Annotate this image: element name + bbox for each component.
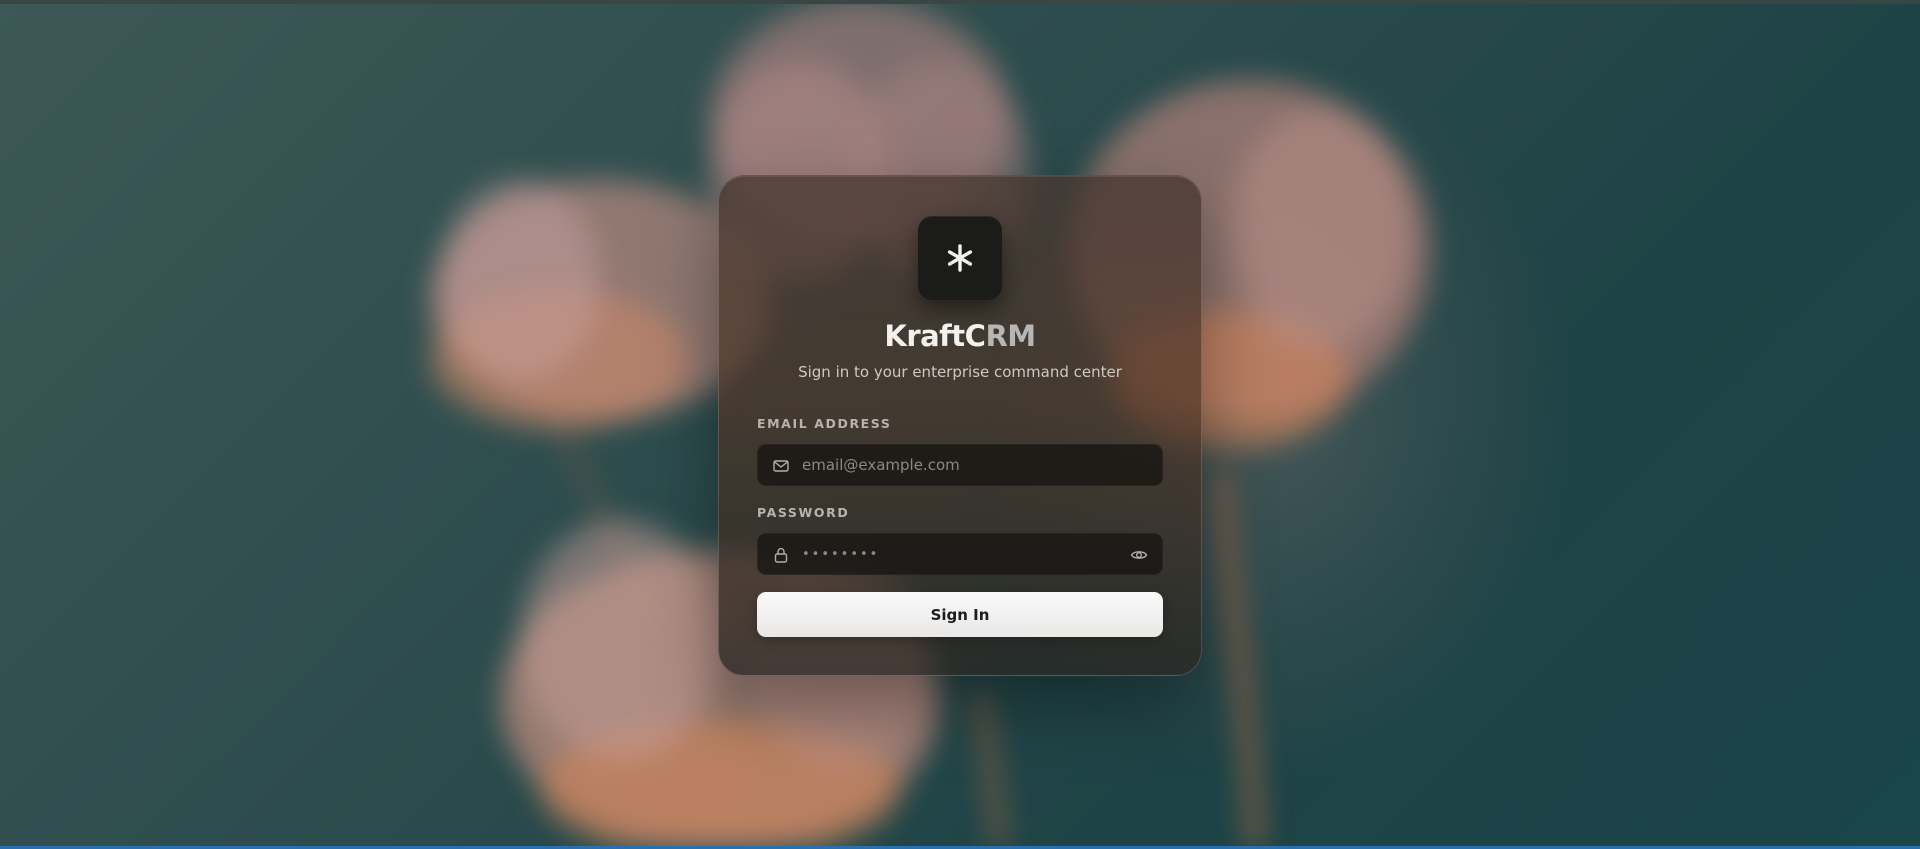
- password-label: PASSWORD: [757, 505, 850, 520]
- top-edge-line: [0, 0, 1920, 4]
- email-field[interactable]: [757, 444, 1163, 486]
- mail-icon: [773, 460, 789, 472]
- login-card: KraftCRM Sign in to your enterprise comm…: [718, 175, 1202, 676]
- sign-in-button[interactable]: Sign In: [757, 592, 1163, 637]
- brand-title: KraftCRM: [719, 318, 1201, 354]
- password-field[interactable]: ••••••••: [757, 533, 1163, 575]
- password-masked-value[interactable]: ••••••••: [802, 545, 879, 565]
- eye-icon[interactable]: [1130, 546, 1148, 564]
- email-input[interactable]: [802, 445, 1122, 485]
- lock-icon: [774, 547, 788, 563]
- brand-name-primary: KraftC: [884, 319, 986, 353]
- email-label: EMAIL ADDRESS: [757, 416, 892, 431]
- asterisk-icon: [947, 244, 973, 272]
- login-subtitle: Sign in to your enterprise command cente…: [798, 363, 1122, 381]
- logo-badge: [918, 216, 1002, 300]
- brand-name-secondary: RM: [985, 319, 1036, 353]
